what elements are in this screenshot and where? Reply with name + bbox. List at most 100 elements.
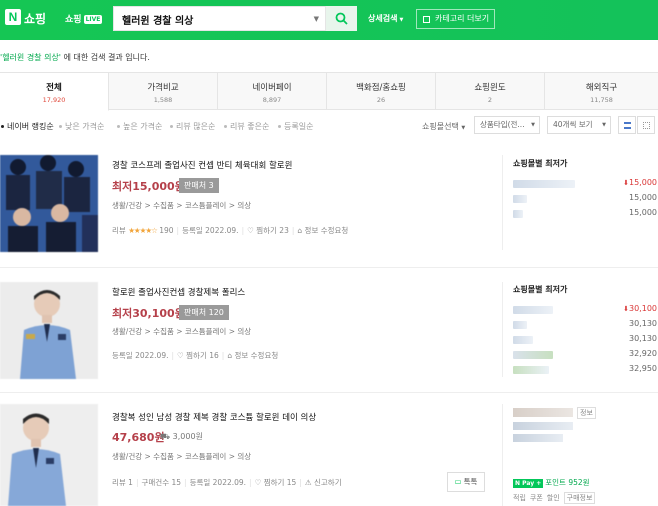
tab-label: 해외직구	[585, 83, 618, 93]
sort-high-price[interactable]: 높은 가격순	[117, 121, 162, 132]
list-view-icon	[624, 122, 631, 129]
product-image[interactable]	[0, 404, 98, 506]
mall-row[interactable]: 30,130	[513, 319, 657, 331]
tab-all[interactable]: 전체 17,920	[0, 73, 109, 111]
review-count[interactable]: 리뷰 1	[112, 478, 133, 487]
product-meta: 등록일 2022.09. | ♡ 찜하기 16 | ⌂ 정보 수정요청	[112, 351, 279, 360]
page-size-value: 40개씩 보기	[553, 120, 593, 129]
product-title[interactable]: 경찰복 성인 남성 경찰 제복 경찰 코스튬 할로윈 데이 의상	[112, 411, 316, 423]
sort-review-rating[interactable]: 리뷰 좋은순	[224, 121, 269, 132]
sort-label: 리뷰 좋은순	[230, 122, 270, 131]
naver-logo-icon[interactable]: N	[5, 9, 21, 25]
divider	[0, 267, 658, 268]
mall-row[interactable]: ⬇15,000	[513, 178, 657, 190]
mall-name-blurred[interactable]	[513, 408, 573, 417]
sort-ranking[interactable]: 네이버 랭킹순	[1, 121, 54, 132]
mall-row[interactable]: 15,000	[513, 208, 657, 220]
tab-price-compare[interactable]: 가격비교 1,588	[109, 73, 218, 110]
mall-price: ⬇30,100	[623, 304, 657, 313]
mall-price: ⬇15,000	[623, 178, 657, 187]
product-title[interactable]: 경찰 코스프레 졸업사진 컨셉 반티 체육대회 할로윈	[112, 159, 292, 171]
grid-view-button[interactable]	[637, 116, 655, 134]
tab-overseas[interactable]: 해외직구 11,758	[545, 73, 658, 110]
tab-count: 2	[487, 96, 493, 104]
mall-price-panel: 쇼핑몰별 최저가 ⬇30,100 30,130 30,130 32,920 32…	[502, 282, 658, 377]
tab-department-store[interactable]: 백화점/홈쇼핑 26	[327, 73, 436, 110]
mall-price: 30,130	[629, 334, 657, 343]
tab-label: 쇼핑윈도	[474, 83, 506, 93]
list-view-button[interactable]	[618, 116, 636, 134]
product-type-select[interactable]: 상품타입(전... ▼	[474, 116, 540, 134]
category-breadcrumb[interactable]: 생활/건강 > 수집품 > 코스튬플레이 > 의상	[112, 200, 251, 211]
sort-low-price[interactable]: 낮은 가격순	[59, 121, 104, 132]
search-dropdown-icon[interactable]: ▼	[314, 15, 319, 23]
wish-button[interactable]: 찜하기 16	[186, 351, 219, 360]
tab-label: 백화점/홈쇼핑	[356, 83, 406, 93]
truck-icon: ⛟	[160, 432, 171, 441]
mall-name-blurred	[513, 366, 549, 374]
mall-info-panel: 정보 N Pay + 포인트 952원 적립 쿠폰 할인 구매정보	[502, 404, 658, 506]
tab-label: 가격비교	[147, 83, 179, 93]
tag-coupon: 쿠폰	[529, 494, 543, 502]
sort-review-count[interactable]: 리뷰 많은순	[170, 121, 215, 132]
info-tag[interactable]: 정보	[577, 407, 596, 419]
mall-row[interactable]: ⬇30,100	[513, 304, 657, 316]
search-button[interactable]	[326, 6, 357, 31]
seller-count-button[interactable]: 판매처 120	[179, 305, 229, 320]
mall-row[interactable]: 32,920	[513, 349, 657, 361]
product-image[interactable]	[0, 155, 98, 252]
heart-icon: ♡	[247, 226, 254, 235]
category-breadcrumb[interactable]: 생활/건강 > 수집품 > 코스튬플레이 > 의상	[112, 326, 251, 337]
mall-price: 32,950	[629, 364, 657, 373]
review-label: 리뷰	[112, 226, 126, 235]
siren-icon: ⚠	[304, 478, 312, 487]
shopping-live-link[interactable]: 쇼핑 LIVE	[65, 12, 103, 25]
mall-name-blurred	[513, 336, 533, 344]
sort-dot-icon	[224, 125, 227, 128]
tab-naverpay[interactable]: 네이버페이 8,897	[218, 73, 327, 110]
mall-row[interactable]: 30,130	[513, 334, 657, 346]
page-size-select[interactable]: 40개씩 보기 ▼	[547, 116, 611, 134]
report-button[interactable]: 정보 수정요청	[305, 226, 349, 235]
talktalk-button[interactable]: ▭ 톡톡	[447, 472, 485, 492]
search-box: ▼	[113, 6, 326, 31]
sort-dot-icon	[1, 125, 4, 128]
talktalk-label: 톡톡	[463, 477, 478, 486]
shopping-logo-text[interactable]: 쇼핑	[24, 10, 46, 27]
sort-label: 낮은 가격순	[65, 122, 105, 131]
seller-count-button[interactable]: 판매처 3	[179, 178, 219, 193]
star-rating-icon: ★★★★☆	[128, 226, 158, 235]
product-title[interactable]: 할로윈 졸업사진컨셉 경찰제복 폴리스	[112, 286, 245, 298]
shipping-fee: ⛟ 3,000원	[160, 431, 203, 442]
sort-date[interactable]: 등록일순	[278, 121, 313, 132]
product-photo-police-uniform	[0, 282, 98, 379]
price-value: 15,000원	[132, 180, 185, 193]
shipping-value: 3,000원	[172, 432, 203, 441]
tab-shopping-window[interactable]: 쇼핑윈도 2	[436, 73, 545, 110]
mall-row[interactable]: 32,950	[513, 364, 657, 376]
mall-name-blurred	[513, 306, 553, 314]
review-count[interactable]: 190	[159, 226, 173, 235]
wish-button[interactable]: 찜하기 23	[256, 226, 289, 235]
mall-select-filter[interactable]: 쇼핑몰선택 ▼	[422, 121, 465, 132]
mall-panel-title: 쇼핑몰별 최저가	[513, 159, 568, 168]
mall-row[interactable]: 15,000	[513, 193, 657, 205]
tag-purchase-info[interactable]: 구매정보	[563, 492, 596, 504]
product-image[interactable]	[0, 282, 98, 379]
tab-count: 11,758	[590, 96, 613, 104]
result-query: '헬러윈 경찰 의상'	[0, 53, 62, 62]
product-meta: 리뷰 1 | 구매건수 15 | 등록일 2022.09. | ♡ 찜하기 15 | ⚠ 신고하…	[112, 478, 342, 487]
mall-panel-title: 쇼핑몰별 최저가	[513, 285, 568, 294]
sort-label: 등록일순	[284, 122, 314, 131]
wish-button[interactable]: 찜하기 15	[264, 478, 297, 487]
category-more-button[interactable]: 카테고리 더보기	[416, 9, 495, 29]
report-button[interactable]: 신고하기	[314, 478, 342, 487]
mall-name-blurred	[513, 180, 575, 188]
search-input[interactable]	[122, 11, 302, 27]
benefit-tags: 적립 쿠폰 할인 구매정보	[513, 492, 599, 504]
shopping-live-label: 쇼핑	[65, 15, 82, 25]
report-button[interactable]: 정보 수정요청	[234, 351, 278, 360]
detail-search-button[interactable]: 상세검색 ▼	[368, 13, 403, 24]
chevron-down-icon: ▼	[461, 125, 466, 131]
category-breadcrumb[interactable]: 생활/건강 > 수집품 > 코스튬플레이 > 의상	[112, 451, 251, 462]
